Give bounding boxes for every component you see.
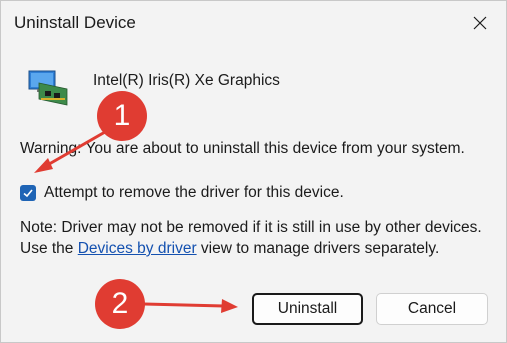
close-icon bbox=[473, 16, 487, 30]
display-adapter-icon bbox=[28, 70, 68, 106]
remove-driver-label[interactable]: Attempt to remove the driver for this de… bbox=[44, 184, 344, 202]
device-name: Intel(R) Iris(R) Xe Graphics bbox=[93, 72, 280, 89]
uninstall-button[interactable]: Uninstall bbox=[252, 293, 363, 325]
warning-text: Warning: You are about to uninstall this… bbox=[20, 140, 465, 157]
dialog-content: Intel(R) Iris(R) Xe Graphics Warning: Yo… bbox=[1, 45, 506, 290]
remove-driver-checkbox[interactable] bbox=[20, 185, 36, 201]
checkmark-icon bbox=[23, 189, 33, 198]
note-text: Note: Driver may not be removed if it is… bbox=[20, 217, 490, 259]
devices-by-driver-link[interactable]: Devices by driver bbox=[78, 240, 197, 257]
cancel-button[interactable]: Cancel bbox=[376, 293, 488, 325]
uninstall-device-dialog: Uninstall Device Intel(R) Iris(R) Xe Gra… bbox=[0, 0, 507, 343]
dialog-footer: Uninstall Cancel bbox=[1, 273, 506, 342]
annotation-badge-2: 2 bbox=[95, 279, 145, 329]
close-button[interactable] bbox=[462, 5, 498, 41]
dialog-title: Uninstall Device bbox=[14, 13, 136, 32]
title-bar: Uninstall Device bbox=[1, 1, 506, 45]
note-suffix: view to manage drivers separately. bbox=[196, 240, 440, 257]
annotation-badge-1: 1 bbox=[97, 91, 147, 141]
